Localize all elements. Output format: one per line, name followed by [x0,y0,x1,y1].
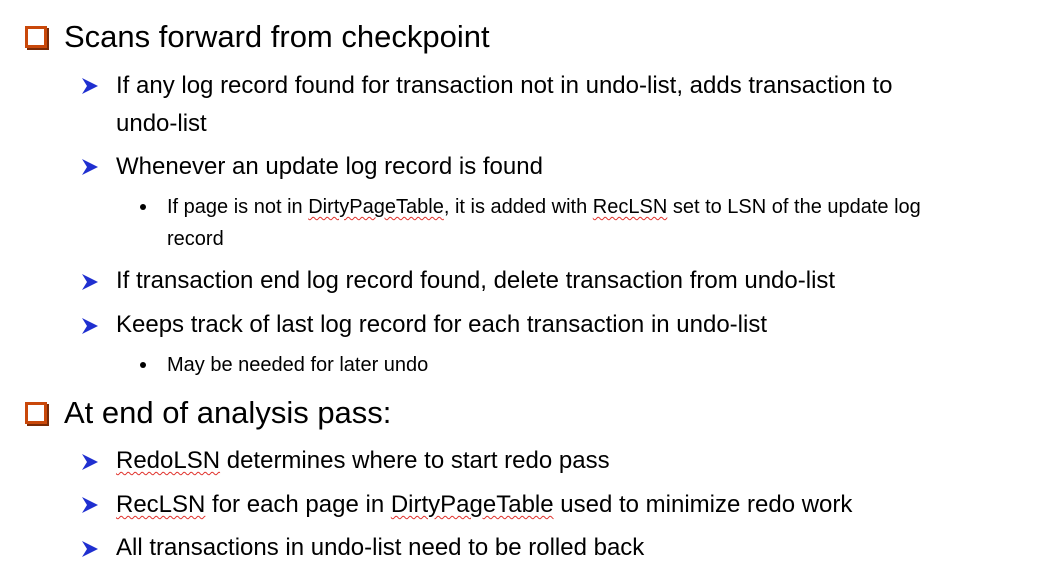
bullet-rolled-back: All transactions in undo-list need to be… [116,534,645,561]
heading-end-of-analysis: At end of analysis pass: [64,395,392,430]
bullet-redolsn: RedoLSN determines where to start redo p… [116,447,610,474]
arrow-bullet-icon [82,159,98,175]
hollow-square-bullet-icon [25,402,47,424]
arrow-bullet-icon [82,541,98,557]
arrow-bullet-icon [82,454,98,470]
bullet-log-record-not-in-undo-list: If any log record found for transaction … [116,72,893,137]
arrow-bullet-icon [82,497,98,513]
bullet-reclsn: RecLSN for each page in DirtyPageTable u… [116,491,853,518]
arrow-bullet-icon [82,318,98,334]
sub-bullet-dirty-page-table: If page is not in DirtyPageTable, it is … [167,196,921,250]
dot-bullet-icon [140,204,146,210]
heading-scans-forward: Scans forward from checkpoint [64,19,490,54]
arrow-bullet-icon [82,78,98,94]
sub-bullet-later-undo: May be needed for later undo [167,354,429,376]
arrow-bullet-icon [82,274,98,290]
dot-bullet-icon [140,362,146,368]
bullet-keeps-track: Keeps track of last log record for each … [116,311,767,338]
hollow-square-bullet-icon [25,26,47,48]
bullet-update-log-record: Whenever an update log record is found [116,153,543,180]
bullet-transaction-end: If transaction end log record found, del… [116,267,836,294]
